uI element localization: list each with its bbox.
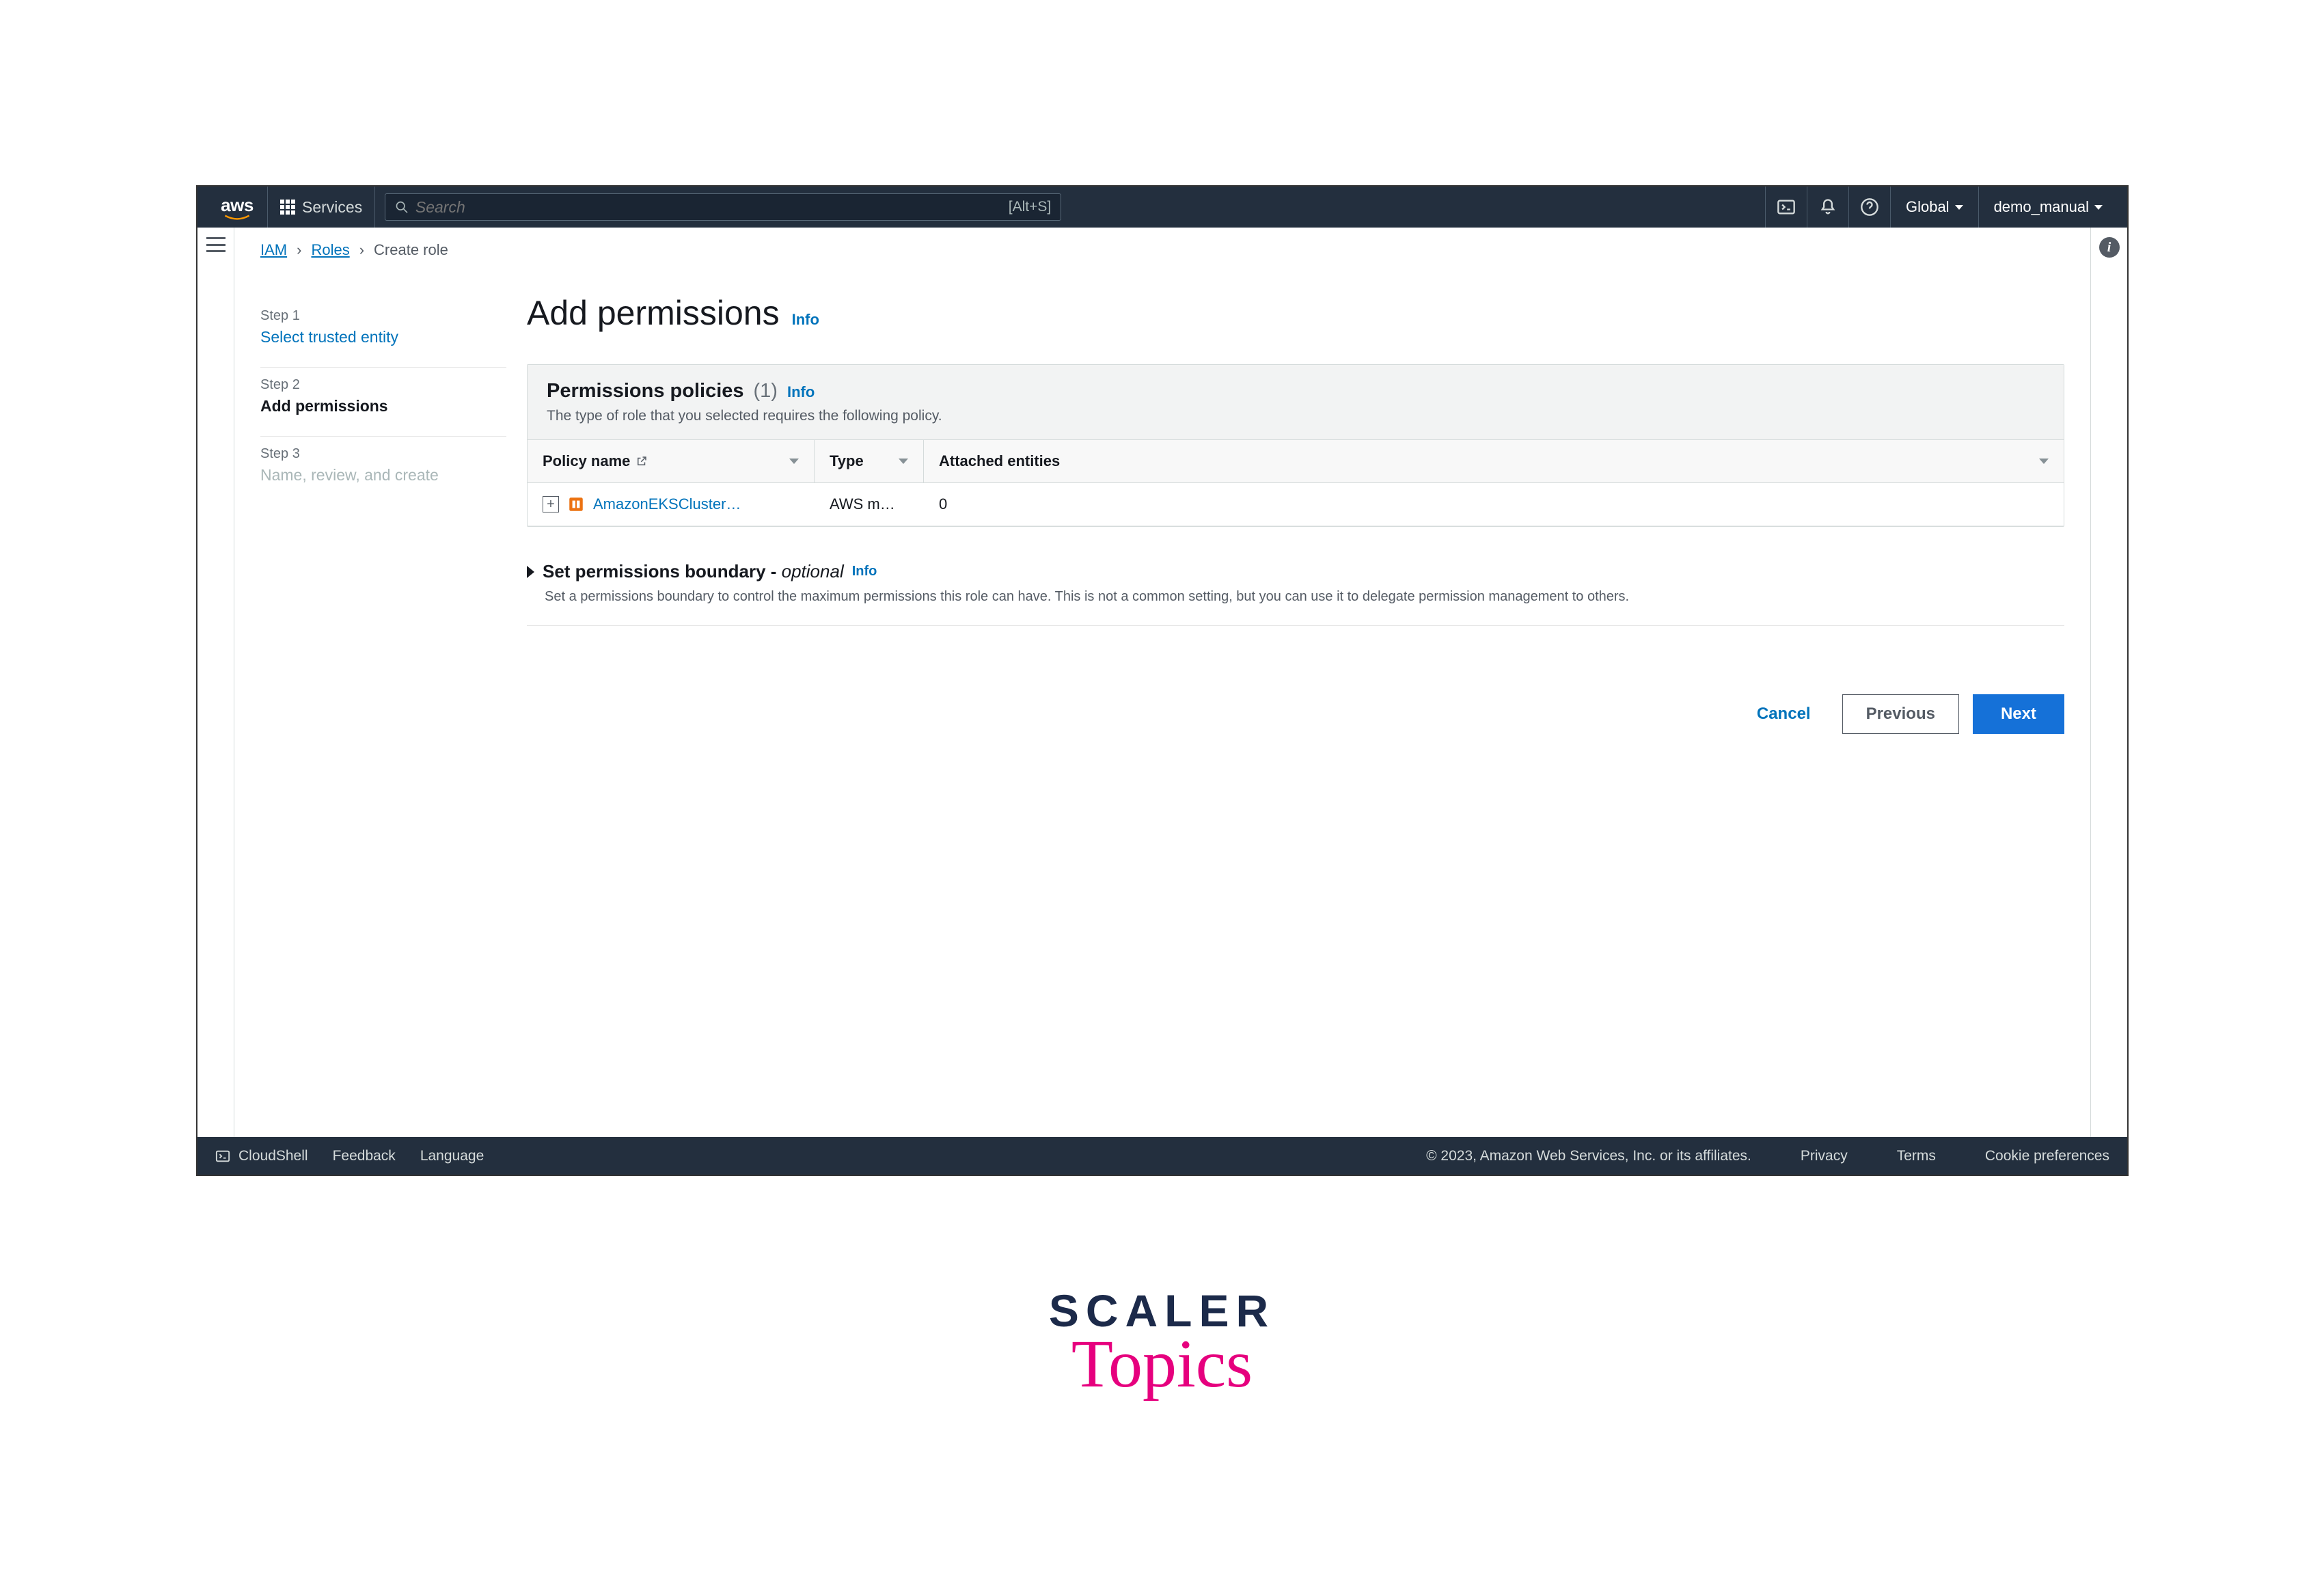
- region-label: Global: [1906, 198, 1950, 216]
- copyright-text: © 2023, Amazon Web Services, Inc. or its…: [1426, 1148, 1751, 1164]
- terminal-icon: [215, 1149, 230, 1164]
- panel-desc: The type of role that you selected requi…: [547, 408, 2045, 424]
- caret-down-icon: [2094, 205, 2103, 210]
- col-header-type[interactable]: Type: [815, 440, 924, 482]
- panel-header: Permissions policies (1) Info The type o…: [528, 365, 2064, 440]
- cancel-button[interactable]: Cancel: [1739, 694, 1829, 734]
- breadcrumb-sep: ›: [297, 241, 301, 259]
- notifications-button[interactable]: [1807, 187, 1848, 228]
- main-column: IAM › Roles › Create role Step 1 Select …: [234, 228, 2090, 1137]
- managed-policy-icon: [567, 495, 585, 513]
- step1-label: Step 1: [260, 308, 506, 324]
- boundary-toggle[interactable]: Set permissions boundary - optional Info: [527, 561, 2064, 582]
- services-button[interactable]: Services: [267, 187, 375, 228]
- caret-down-icon: [1955, 205, 1963, 210]
- expand-triangle-icon: [527, 566, 534, 578]
- aws-logo[interactable]: aws: [207, 195, 267, 220]
- sort-icon[interactable]: [2039, 459, 2049, 464]
- services-grid-icon: [280, 200, 295, 215]
- wizard-step-1[interactable]: Step 1 Select trusted entity: [260, 299, 506, 368]
- expand-row-button[interactable]: +: [543, 496, 559, 512]
- left-rail: [197, 228, 234, 1137]
- step2-title: Add permissions: [260, 397, 506, 415]
- panel-title: Permissions policies: [547, 380, 744, 402]
- wizard-steps: Step 1 Select trusted entity Step 2 Add …: [260, 271, 527, 761]
- services-label: Services: [302, 198, 362, 217]
- cloudshell-icon-button[interactable]: [1765, 187, 1807, 228]
- col-header-attached-entities[interactable]: Attached entities: [924, 440, 2064, 482]
- privacy-link[interactable]: Privacy: [1801, 1148, 1848, 1164]
- policy-name-link[interactable]: AmazonEKSCluster…: [593, 495, 741, 513]
- account-menu[interactable]: demo_manual: [1978, 187, 2118, 228]
- cloudshell-link[interactable]: CloudShell: [215, 1148, 308, 1164]
- breadcrumb-current: Create role: [374, 241, 448, 259]
- app-frame: aws Services [Alt+S] Global: [196, 185, 2129, 1176]
- content: Step 1 Select trusted entity Step 2 Add …: [234, 271, 2090, 761]
- wizard-step-3: Step 3 Name, review, and create: [260, 437, 506, 505]
- panel-info-link[interactable]: Info: [787, 383, 815, 401]
- previous-button[interactable]: Previous: [1842, 694, 1959, 734]
- wizard-step-2: Step 2 Add permissions: [260, 368, 506, 437]
- region-selector[interactable]: Global: [1890, 187, 1978, 228]
- panel-count: (1): [754, 380, 778, 402]
- feedback-link[interactable]: Feedback: [333, 1148, 396, 1164]
- terms-link[interactable]: Terms: [1897, 1148, 1936, 1164]
- terminal-icon: [1777, 197, 1796, 217]
- breadcrumb-sep: ›: [359, 241, 364, 259]
- boundary-info-link[interactable]: Info: [852, 564, 877, 579]
- cookie-preferences-link[interactable]: Cookie preferences: [1985, 1148, 2109, 1164]
- page-info-link[interactable]: Info: [792, 311, 819, 329]
- cell-attached-entities: 0: [924, 483, 2064, 525]
- page-main: Add permissions Info Permissions policie…: [527, 271, 2064, 761]
- cell-type: AWS m…: [815, 483, 924, 525]
- search-box[interactable]: [Alt+S]: [385, 193, 1061, 221]
- step3-title: Name, review, and create: [260, 466, 506, 484]
- table-header: Policy name Type Attached entities: [528, 440, 2064, 483]
- col-type-label: Type: [830, 452, 864, 470]
- search-shortcut: [Alt+S]: [1009, 199, 1051, 215]
- sort-icon[interactable]: [899, 459, 908, 464]
- help-icon: [1860, 197, 1879, 217]
- cell-policy-name: + AmazonEKSCluster…: [528, 483, 815, 525]
- permissions-boundary-section: Set permissions boundary - optional Info…: [527, 547, 2064, 626]
- cloudshell-label: CloudShell: [238, 1148, 308, 1164]
- scaler-topics-watermark: SCALER Topics: [1049, 1285, 1275, 1403]
- external-link-icon: [635, 455, 648, 467]
- page-heading: Add permissions Info: [527, 271, 2064, 364]
- search-input[interactable]: [415, 198, 1002, 217]
- help-button[interactable]: [1848, 187, 1890, 228]
- step1-title[interactable]: Select trusted entity: [260, 328, 506, 346]
- bottom-bar: CloudShell Feedback Language © 2023, Ama…: [197, 1137, 2127, 1175]
- breadcrumb-iam[interactable]: IAM: [260, 241, 287, 259]
- watermark-line1: SCALER: [1049, 1285, 1275, 1337]
- sort-icon[interactable]: [789, 459, 799, 464]
- boundary-title-bold: Set permissions boundary -: [543, 561, 782, 582]
- language-link[interactable]: Language: [420, 1148, 484, 1164]
- wizard-actions: Cancel Previous Next: [527, 646, 2064, 761]
- step3-label: Step 3: [260, 446, 506, 462]
- boundary-title-optional: optional: [782, 561, 844, 582]
- col-policy-label: Policy name: [543, 452, 630, 470]
- page-title: Add permissions: [527, 293, 780, 333]
- next-button[interactable]: Next: [1973, 694, 2064, 734]
- table-row: + AmazonEKSCluster… AWS m… 0: [528, 483, 2064, 526]
- right-rail: i: [2090, 228, 2127, 1137]
- permissions-policies-panel: Permissions policies (1) Info The type o…: [527, 364, 2064, 527]
- watermark-line2: Topics: [1049, 1324, 1275, 1403]
- search-icon: [395, 200, 409, 215]
- step2-label: Step 2: [260, 377, 506, 393]
- boundary-desc: Set a permissions boundary to control th…: [527, 589, 2064, 605]
- account-label: demo_manual: [1994, 198, 2089, 216]
- col-entities-label: Attached entities: [939, 452, 1060, 470]
- body-area: IAM › Roles › Create role Step 1 Select …: [197, 228, 2127, 1137]
- bell-icon: [1818, 197, 1837, 217]
- nav-toggle-button[interactable]: [206, 237, 225, 252]
- breadcrumb: IAM › Roles › Create role: [234, 241, 2090, 271]
- help-panel-toggle[interactable]: i: [2099, 237, 2120, 258]
- breadcrumb-roles[interactable]: Roles: [311, 241, 349, 259]
- col-header-policy-name[interactable]: Policy name: [528, 440, 815, 482]
- top-nav: aws Services [Alt+S] Global: [197, 187, 2127, 228]
